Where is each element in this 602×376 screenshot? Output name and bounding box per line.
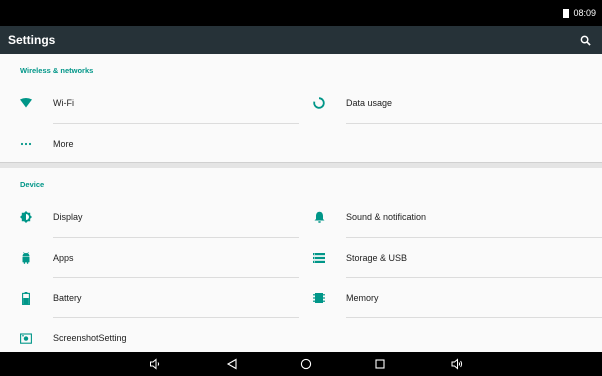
settings-item-label: Storage & USB (346, 253, 408, 263)
battery-status-icon (563, 8, 570, 18)
memory-icon (313, 292, 325, 304)
android-icon (20, 252, 32, 264)
settings-item-label: ScreenshotSetting (53, 333, 127, 343)
status-bar: 08:09 (0, 0, 602, 26)
settings-item-sound[interactable]: Sound & notification (313, 197, 602, 237)
settings-item-label: Sound & notification (346, 212, 427, 222)
display-icon (20, 211, 32, 223)
settings-item-label: Wi-Fi (53, 98, 74, 108)
settings-item-label: Display (53, 212, 83, 222)
wifi-icon (20, 97, 32, 109)
settings-item-label: Apps (53, 253, 74, 263)
settings-item-apps[interactable]: Apps (20, 238, 298, 278)
settings-item-display[interactable]: Display (20, 197, 298, 237)
section-header-wireless: Wireless & networks (20, 66, 94, 75)
settings-item-storage[interactable]: Storage & USB (313, 238, 602, 278)
page-title: Settings (8, 33, 56, 47)
bell-icon (313, 211, 325, 223)
section-header-device: Device (20, 180, 45, 189)
toolbar: Settings (0, 26, 602, 54)
settings-item-label: Battery (53, 293, 82, 303)
settings-item-wifi[interactable]: Wi-Fi (20, 83, 298, 123)
more-icon (20, 138, 32, 150)
volume-up-icon[interactable] (449, 356, 465, 372)
navigation-bar (0, 352, 602, 376)
storage-icon (313, 252, 325, 264)
data-usage-icon (313, 97, 325, 109)
volume-down-icon[interactable] (147, 356, 163, 372)
settings-item-memory[interactable]: Memory (313, 278, 602, 318)
settings-content: Wireless & networks Wi-Fi Data usage Mor… (0, 54, 602, 352)
settings-item-label: Memory (346, 293, 379, 303)
home-icon[interactable] (298, 356, 314, 372)
battery-icon (20, 291, 32, 305)
settings-item-data-usage[interactable]: Data usage (313, 83, 602, 123)
settings-item-label: Data usage (346, 98, 393, 108)
divider (346, 317, 602, 318)
settings-item-battery[interactable]: Battery (20, 278, 298, 318)
status-time: 08:09 (573, 8, 596, 18)
screenshot-icon (20, 332, 32, 344)
settings-item-more[interactable]: More (20, 124, 298, 164)
section-separator (0, 162, 602, 168)
recent-apps-icon[interactable] (372, 356, 388, 372)
back-icon[interactable] (224, 356, 240, 372)
settings-item-label: More (53, 139, 74, 149)
search-icon[interactable] (578, 33, 592, 47)
divider (346, 123, 602, 124)
